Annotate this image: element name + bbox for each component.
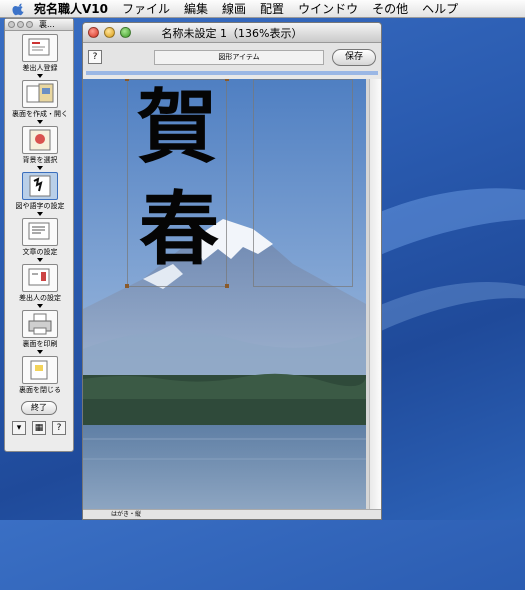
tool-text-settings[interactable]: 文章の設定	[5, 215, 75, 262]
nenga-greeting-kanji-1[interactable]: 賀	[137, 87, 217, 167]
tool-palette: 裏... 差出人登録 裏面を作成・開く 背景を選択 図や語字の設定 文章の設定	[4, 18, 74, 452]
palette-close-button[interactable]	[8, 21, 15, 28]
menu-window[interactable]: ウインドウ	[298, 0, 358, 17]
printer-icon	[22, 310, 58, 338]
document-window: 名称未設定 1（136%表示） ? 図形アイテム 保存 賀 春 はがき・縦	[82, 22, 382, 520]
layout-icon[interactable]: ▦	[32, 421, 46, 435]
tool-select-background[interactable]: 背景を選択	[5, 123, 75, 170]
arrow-down-icon	[37, 350, 43, 354]
tool-label: 裏面を作成・開く	[12, 110, 68, 118]
close-button[interactable]	[88, 27, 99, 38]
tool-sender-settings[interactable]: 差出人の設定	[5, 261, 75, 308]
palette-bottom-bar: ▾ ▦ ?	[5, 421, 73, 435]
arrow-down-icon	[37, 166, 43, 170]
item-type-field: 図形アイテム	[154, 49, 324, 65]
menu-draw[interactable]: 線画	[222, 0, 246, 17]
palette-title: 裏...	[39, 20, 55, 29]
arrow-down-icon	[37, 74, 43, 78]
open-card-icon	[22, 80, 58, 108]
text-frame-guide[interactable]	[253, 79, 353, 287]
tool-close-back[interactable]: 裏面を閉じる	[5, 353, 75, 399]
selection-handle[interactable]	[125, 284, 129, 288]
menu-help[interactable]: ヘルプ	[422, 0, 458, 17]
tool-label: 差出人登録	[22, 64, 58, 72]
ruler	[86, 71, 378, 75]
nenga-greeting-kanji-2[interactable]: 春	[139, 189, 219, 269]
selection-handle[interactable]	[225, 79, 229, 81]
tool-sender-register[interactable]: 差出人登録	[5, 31, 75, 78]
window-toolbar: ? 図形アイテム 保存	[83, 43, 381, 71]
selection-handle[interactable]	[225, 284, 229, 288]
sender-settings-icon	[22, 264, 58, 292]
figure-settings-icon	[22, 172, 58, 200]
tool-label: 裏面を印刷	[22, 340, 58, 348]
background-icon	[22, 126, 58, 154]
save-button[interactable]: 保存	[332, 48, 376, 66]
arrow-down-icon	[37, 304, 43, 308]
tool-label: 文章の設定	[22, 248, 58, 256]
arrow-down-icon	[37, 120, 43, 124]
menu-other[interactable]: その他	[372, 0, 408, 17]
tool-figure-settings[interactable]: 図や語字の設定	[5, 169, 75, 216]
close-card-icon	[22, 356, 58, 384]
window-titlebar[interactable]: 名称未設定 1（136%表示）	[83, 23, 381, 43]
status-bar: はがき・縦	[83, 509, 381, 519]
help-button[interactable]: ?	[88, 50, 102, 64]
menu-edit[interactable]: 編集	[184, 0, 208, 17]
selection-handle[interactable]	[125, 79, 129, 81]
zoom-button[interactable]	[120, 27, 131, 38]
menu-arrange[interactable]: 配置	[260, 0, 284, 17]
arrow-down-icon	[37, 212, 43, 216]
minimize-button[interactable]	[104, 27, 115, 38]
tool-label: 裏面を閉じる	[19, 386, 61, 394]
tool-label: 差出人の設定	[19, 294, 61, 302]
address-card-icon	[22, 34, 58, 62]
quit-button[interactable]: 終了	[21, 401, 57, 415]
apple-menu-icon[interactable]	[12, 2, 26, 16]
palette-help-button[interactable]: ?	[52, 421, 66, 435]
menu-bar: 宛名職人V10 ファイル 編集 線画 配置 ウインドウ その他 ヘルプ	[0, 0, 525, 18]
palette-titlebar[interactable]: 裏...	[5, 19, 73, 31]
tool-print-back[interactable]: 裏面を印刷	[5, 307, 75, 354]
menu-file[interactable]: ファイル	[122, 0, 170, 17]
canvas-area[interactable]: 賀 春	[83, 79, 381, 511]
palette-zoom-button[interactable]	[26, 21, 33, 28]
app-menu[interactable]: 宛名職人V10	[34, 0, 108, 17]
tool-label: 背景を選択	[22, 156, 58, 164]
palette-minimize-button[interactable]	[17, 21, 24, 28]
arrow-down-icon	[37, 258, 43, 262]
vertical-scrollbar[interactable]	[369, 79, 381, 511]
tool-label: 図や語字の設定	[15, 202, 65, 210]
postcard-canvas[interactable]: 賀 春	[83, 79, 366, 511]
dropdown-icon[interactable]: ▾	[12, 421, 26, 435]
text-settings-icon	[22, 218, 58, 246]
tool-open-card[interactable]: 裏面を作成・開く	[5, 77, 75, 124]
